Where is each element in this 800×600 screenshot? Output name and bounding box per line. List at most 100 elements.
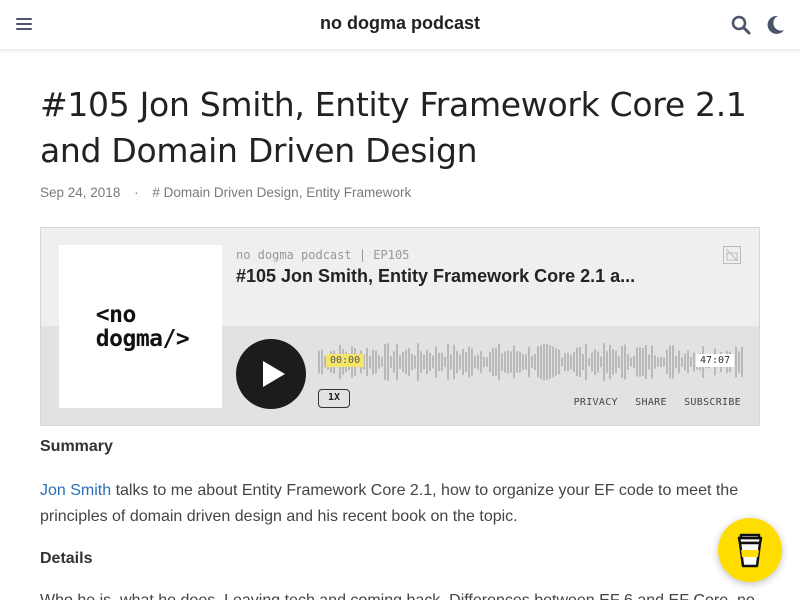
cover-logo-text: <no dogma/> [92, 303, 190, 352]
waveform-bar [618, 356, 620, 368]
waveform-bar [369, 355, 371, 369]
waveform-bar [666, 349, 668, 375]
waveform-bar [576, 347, 578, 377]
moon-icon[interactable] [764, 14, 786, 36]
waveform-bar [564, 353, 566, 371]
waveform-bar [738, 351, 740, 373]
player-brand-icon[interactable] [723, 246, 741, 264]
play-button[interactable] [236, 339, 306, 409]
waveform-bar [624, 344, 626, 380]
post-date: Sep 24, 2018 [40, 185, 121, 200]
waveform-bar [639, 347, 641, 377]
waveform-bar [486, 357, 488, 367]
meta-separator: · [134, 185, 139, 200]
waveform-bar [441, 352, 443, 372]
waveform-bar [645, 344, 647, 380]
waveform-bar [567, 352, 569, 372]
details-paragraph: Who he is, what he does. Leaving tech an… [40, 588, 760, 600]
post-tags-link[interactable]: Domain Driven Design, Entity Framework [164, 185, 412, 200]
waveform-bar [372, 349, 374, 375]
waveform-bar [684, 353, 686, 371]
waveform-bar [405, 349, 407, 375]
share-link[interactable]: SHARE [635, 397, 667, 408]
site-title[interactable]: no dogma podcast [0, 13, 800, 34]
waveform-bar [519, 351, 521, 373]
waveform-bar [636, 347, 638, 377]
waveform-bar [450, 354, 452, 370]
waveform-bar [642, 348, 644, 376]
current-time: 00:00 [326, 354, 365, 367]
waveform-bar [546, 344, 548, 380]
waveform-bar [600, 356, 602, 368]
waveform-bar [516, 351, 518, 373]
waveform-bar [417, 343, 419, 381]
search-icon[interactable] [730, 14, 752, 36]
waveform-bar [444, 356, 446, 368]
details-heading: Details [40, 550, 93, 567]
waveform-bar [321, 349, 323, 375]
waveform-bar [426, 349, 428, 375]
waveform-bar [474, 355, 476, 369]
waveform-bar [669, 345, 671, 379]
privacy-link[interactable]: PRIVACY [574, 397, 618, 408]
waveform-bar [423, 354, 425, 370]
podcast-player: <no dogma/> no dogma podcast | EP105 #10… [40, 227, 760, 426]
waveform-bar [414, 355, 416, 369]
waveform-bar [408, 347, 410, 377]
waveform-bar [489, 351, 491, 373]
waveform-bar [606, 351, 608, 373]
waveform-bar [591, 352, 593, 372]
waveform-bar [483, 356, 485, 368]
waveform-bar [495, 348, 497, 376]
waveform-bar [549, 345, 551, 379]
waveform-bar [678, 350, 680, 374]
waveform-bar [435, 346, 437, 378]
waveform-bar [447, 344, 449, 380]
playback-speed-button[interactable]: 1X [318, 389, 350, 408]
waveform-bar [741, 346, 743, 378]
waveform-bar [378, 355, 380, 369]
waveform-bar [693, 352, 695, 372]
waveform-bar [543, 343, 545, 381]
waveform-bar [375, 350, 377, 374]
waveform-bar [579, 346, 581, 378]
waveform-bar [681, 357, 683, 367]
waveform-bar [558, 349, 560, 375]
waveform-bar [603, 343, 605, 381]
waveform-bar [501, 353, 503, 371]
waveform-bar [471, 348, 473, 376]
waveform-bar [555, 348, 557, 376]
waveform-bar [570, 354, 572, 370]
waveform-bar [615, 350, 617, 374]
waveform-bar [492, 347, 494, 377]
cover-logo-line2: dogma/> [95, 325, 190, 352]
waveform-bar [672, 345, 674, 379]
waveform-bar [498, 343, 500, 381]
waveform-bar [432, 355, 434, 369]
waveform-bar [411, 353, 413, 371]
waveform-bar [318, 350, 320, 374]
waveform-bar [609, 344, 611, 380]
subscribe-link[interactable]: SUBSCRIBE [684, 397, 741, 408]
waveform-bar [552, 346, 554, 378]
waveform-bar [561, 357, 563, 367]
buy-me-a-coffee-button[interactable] [718, 518, 782, 582]
waveform-bar [465, 351, 467, 373]
waveform-bar [585, 343, 587, 381]
waveform-bar [735, 346, 737, 378]
waveform-bar [438, 352, 440, 372]
waveform-bar [462, 348, 464, 376]
waveform-bar [594, 349, 596, 375]
waveform-bar [660, 356, 662, 368]
post-title: #105 Jon Smith, Entity Framework Core 2.… [40, 85, 747, 170]
waveform-bar [573, 352, 575, 372]
waveform-bar [366, 347, 368, 377]
guest-link[interactable]: Jon Smith [40, 482, 111, 499]
audio-waveform[interactable] [318, 340, 744, 384]
waveform-bar [534, 353, 536, 371]
waveform-bar [657, 357, 659, 367]
waveform-bar [528, 346, 530, 378]
waveform-bar [531, 356, 533, 368]
waveform-bar [384, 343, 386, 381]
waveform-bar [507, 350, 509, 374]
